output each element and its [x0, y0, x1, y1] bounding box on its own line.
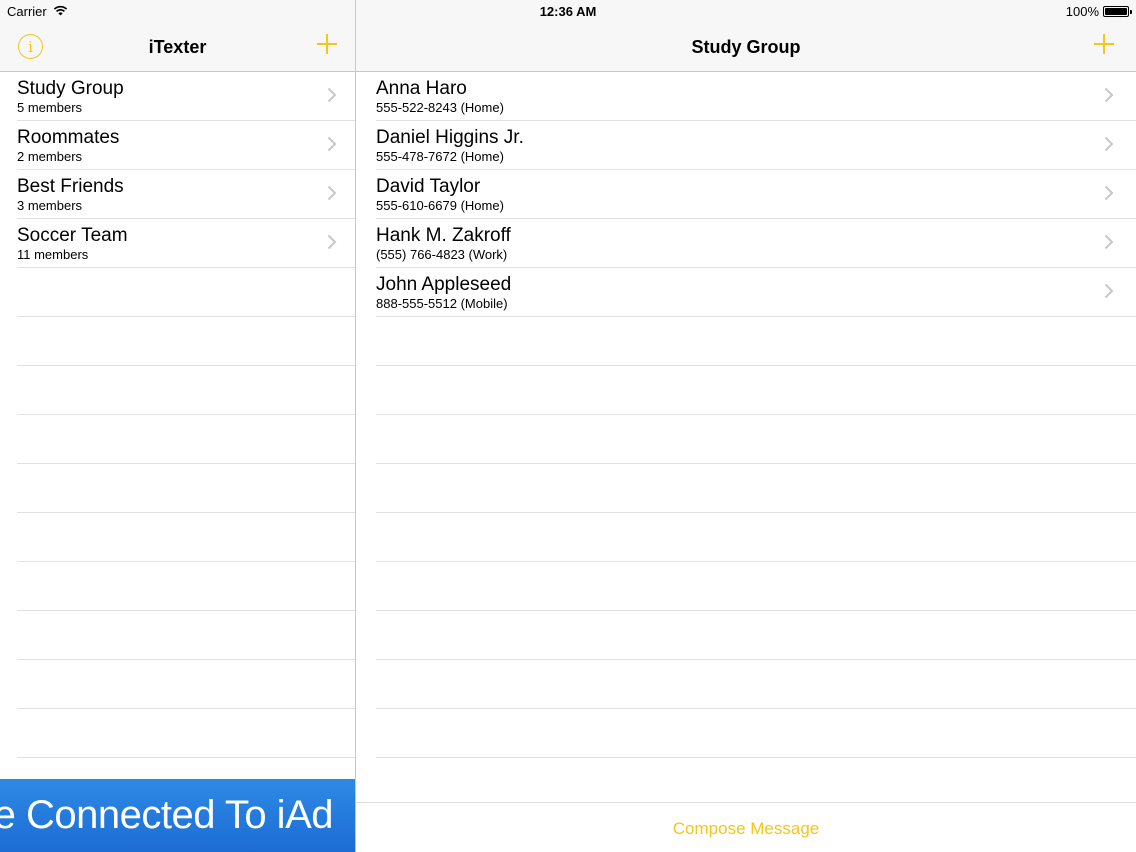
- contact-row[interactable]: Hank M. Zakroff (555) 766-4823 (Work): [356, 219, 1136, 268]
- empty-row: [0, 660, 355, 709]
- empty-row: [0, 709, 355, 758]
- contact-name: John Appleseed: [376, 274, 512, 295]
- group-row[interactable]: Study Group 5 members: [0, 72, 355, 121]
- group-name: Soccer Team: [17, 225, 128, 246]
- add-contact-button[interactable]: [1092, 32, 1116, 56]
- group-name: Roommates: [17, 127, 120, 148]
- contact-name: Hank M. Zakroff: [376, 225, 511, 246]
- contact-phone: 888-555-5512 (Mobile): [376, 296, 508, 311]
- group-row[interactable]: Best Friends 3 members: [0, 170, 355, 219]
- contact-row[interactable]: Anna Haro 555-522-8243 (Home): [356, 72, 1136, 121]
- chevron-right-icon: [1104, 185, 1114, 201]
- master-navbar: i iTexter: [0, 24, 355, 72]
- battery-percent: 100%: [1065, 4, 1099, 19]
- group-row[interactable]: Roommates 2 members: [0, 121, 355, 170]
- contact-row[interactable]: Daniel Higgins Jr. 555-478-7672 (Home): [356, 121, 1136, 170]
- add-group-button[interactable]: [315, 32, 339, 56]
- split-divider: [355, 0, 356, 852]
- chevron-right-icon: [1104, 234, 1114, 250]
- contact-name: Anna Haro: [376, 78, 467, 99]
- empty-row: [0, 415, 355, 464]
- contact-row[interactable]: David Taylor 555-610-6679 (Home): [356, 170, 1136, 219]
- group-name: Study Group: [17, 78, 124, 99]
- group-members: 2 members: [17, 149, 83, 164]
- battery-icon: [1103, 6, 1132, 17]
- compose-message-button[interactable]: Compose Message: [356, 819, 1136, 839]
- detail-title: Study Group: [691, 37, 801, 57]
- iad-banner[interactable]: You're Connected To iAd: [0, 779, 355, 852]
- contact-phone: 555-610-6679 (Home): [376, 198, 504, 213]
- group-members: 11 members: [17, 247, 89, 262]
- empty-row: [0, 611, 355, 660]
- status-time: 12:36 AM: [539, 4, 597, 19]
- empty-row: [356, 317, 1136, 366]
- contact-name: Daniel Higgins Jr.: [376, 127, 524, 148]
- chevron-right-icon: [1104, 283, 1114, 299]
- empty-row: [356, 758, 1136, 807]
- group-members: 5 members: [17, 100, 83, 115]
- empty-row: [0, 562, 355, 611]
- bottom-toolbar: Compose Message: [356, 802, 1136, 852]
- detail-navbar: Study Group: [356, 24, 1136, 72]
- chevron-right-icon: [327, 185, 337, 201]
- detail-panel: Study Group Anna Haro 555-522-8243 (Home)…: [356, 0, 1136, 852]
- empty-row: [0, 268, 355, 317]
- empty-row: [356, 366, 1136, 415]
- empty-row: [356, 611, 1136, 660]
- empty-row: [0, 513, 355, 562]
- chevron-right-icon: [327, 234, 337, 250]
- iad-banner-text: You're Connected To iAd: [0, 793, 334, 837]
- master-title: iTexter: [148, 37, 207, 57]
- status-right: 100%: [1065, 4, 1132, 19]
- empty-row: [0, 464, 355, 513]
- contact-phone: (555) 766-4823 (Work): [376, 247, 508, 262]
- chevron-right-icon: [1104, 136, 1114, 152]
- empty-row: [356, 709, 1136, 758]
- empty-row: [356, 660, 1136, 709]
- empty-row: [356, 562, 1136, 611]
- contact-phone: 555-478-7672 (Home): [376, 149, 504, 164]
- group-row[interactable]: Soccer Team 11 members: [0, 219, 355, 268]
- status-bar: Carrier 12:36 AM 100%: [0, 0, 1136, 24]
- contact-row[interactable]: John Appleseed 888-555-5512 (Mobile): [356, 268, 1136, 317]
- contact-name: David Taylor: [376, 176, 481, 197]
- master-panel: i iTexter Study Group 5 members Roommates 2…: [0, 0, 355, 852]
- group-name: Best Friends: [17, 176, 124, 197]
- empty-row: [356, 464, 1136, 513]
- chevron-right-icon: [1104, 87, 1114, 103]
- empty-row: [0, 366, 355, 415]
- chevron-right-icon: [327, 136, 337, 152]
- empty-row: [356, 415, 1136, 464]
- contact-list: Anna Haro 555-522-8243 (Home) Daniel Higgi…: [356, 72, 1136, 807]
- group-list: Study Group 5 members Roommates 2 members Be…: [0, 72, 355, 758]
- battery-fill: [1105, 8, 1127, 15]
- empty-row: [0, 317, 355, 366]
- chevron-right-icon: [327, 87, 337, 103]
- group-members: 3 members: [17, 198, 83, 213]
- empty-row: [356, 513, 1136, 562]
- contact-phone: 555-522-8243 (Home): [376, 100, 504, 115]
